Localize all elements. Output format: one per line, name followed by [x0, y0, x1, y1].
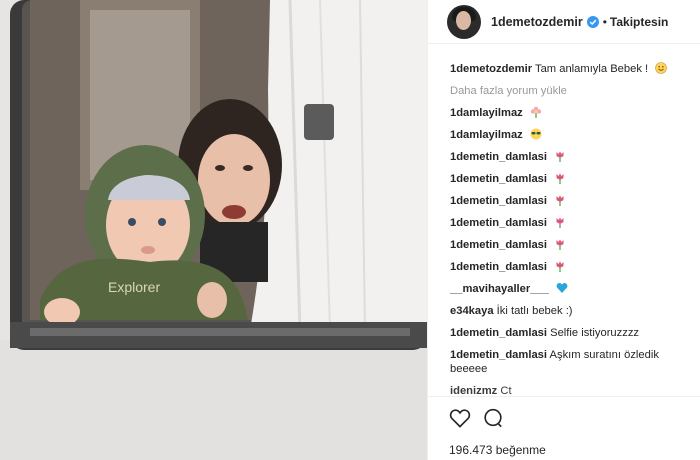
comment-username[interactable]: 1demetin_damlasi [450, 173, 547, 185]
comment-username[interactable]: 1damlayilmaz [450, 107, 523, 119]
comment-username[interactable]: 1damlayilmaz [450, 129, 523, 141]
smiling-face-emoji-icon [655, 62, 668, 74]
sunglasses-emoji-icon [530, 128, 542, 140]
comment-icon[interactable] [483, 408, 503, 428]
comment-item: 1demetin_damlasi [450, 260, 687, 274]
comment-username[interactable]: idenizmz [450, 385, 497, 396]
tulip-emoji-icon [556, 261, 564, 272]
comment-text: Selfie istiyoruzzzz [550, 327, 640, 339]
comment-username[interactable]: 1demetin_damlasi [450, 239, 547, 251]
follow-status[interactable]: Takiptesin [610, 15, 668, 29]
caption-username[interactable]: 1demetozdemir [450, 63, 532, 75]
likes-count[interactable]: 196.473 beğenme [449, 443, 687, 457]
load-more-comments-link[interactable]: Daha fazla yorum yükle [450, 84, 687, 98]
tulip-emoji-icon [556, 151, 564, 162]
flower-emoji-icon [530, 106, 542, 118]
comment-username[interactable]: 1demetin_damlasi [450, 195, 547, 207]
heart-icon[interactable] [449, 408, 471, 428]
comment-item: 1demetin_damlasi [450, 238, 687, 252]
comment-username[interactable]: 1demetin_damlasi [450, 151, 547, 163]
comment-item: 1damlayilmaz [450, 106, 687, 120]
comment-username[interactable]: 1demetin_damlasi [450, 217, 547, 229]
comment-item: 1demetin_damlasi Selfie istiyoruzzzz [450, 326, 687, 340]
comment-username[interactable]: 1demetin_damlasi [450, 261, 547, 273]
comment-username[interactable]: __mavihayaller___ [450, 283, 549, 295]
post-footer: 196.473 beğenme [428, 396, 700, 460]
comment-item: 1demetin_damlasi [450, 172, 687, 186]
comment-text: Ct [500, 385, 512, 396]
likes-number: 196.473 [449, 443, 493, 457]
tulip-emoji-icon [556, 239, 564, 250]
caption-text: Tam anlamıyla Bebek ! [534, 63, 649, 75]
likes-label: beğenme [495, 443, 546, 457]
comment-username[interactable]: 1demetin_damlasi [450, 327, 547, 339]
tulip-emoji-icon [556, 173, 564, 184]
avatar[interactable] [447, 4, 481, 39]
comment-item: e34kaya İki tatlı bebek :) [450, 304, 687, 318]
comment-item: 1demetin_damlasi [450, 150, 687, 164]
post-photo[interactable]: Explorer [0, 0, 427, 460]
comment-item: 1demetin_damlasi [450, 194, 687, 208]
comments-list: 1demetozdemir Tam anlamıyla Bebek ! Daha… [428, 44, 700, 396]
comment-username[interactable]: e34kaya [450, 305, 494, 317]
comment-item: 1demetin_damlasi Aşkım suratını özledik … [450, 348, 690, 376]
svg-text:Explorer: Explorer [108, 279, 160, 295]
comment-item: idenizmz Ct [450, 384, 687, 396]
action-bar [449, 407, 687, 429]
tulip-emoji-icon [556, 195, 564, 206]
photo-illustration: Explorer [0, 0, 427, 460]
header-separator: • [602, 14, 607, 29]
comment-item: __mavihayaller___ [450, 282, 687, 296]
post-side-panel: 1demetozdemir • Takiptesin 1demetozdemir… [427, 0, 700, 460]
blue-heart-emoji-icon [556, 283, 568, 293]
post-header: 1demetozdemir • Takiptesin [428, 0, 700, 44]
verified-badge-icon [586, 15, 599, 28]
comment-text: İki tatlı bebek :) [496, 305, 573, 317]
header-username[interactable]: 1demetozdemir [491, 15, 583, 29]
tulip-emoji-icon [556, 217, 564, 228]
caption: 1demetozdemir Tam anlamıyla Bebek ! [450, 62, 687, 76]
comment-item: 1demetin_damlasi [450, 216, 687, 230]
comment-username[interactable]: 1demetin_damlasi [450, 349, 547, 361]
comment-item: 1damlayilmaz [450, 128, 687, 142]
